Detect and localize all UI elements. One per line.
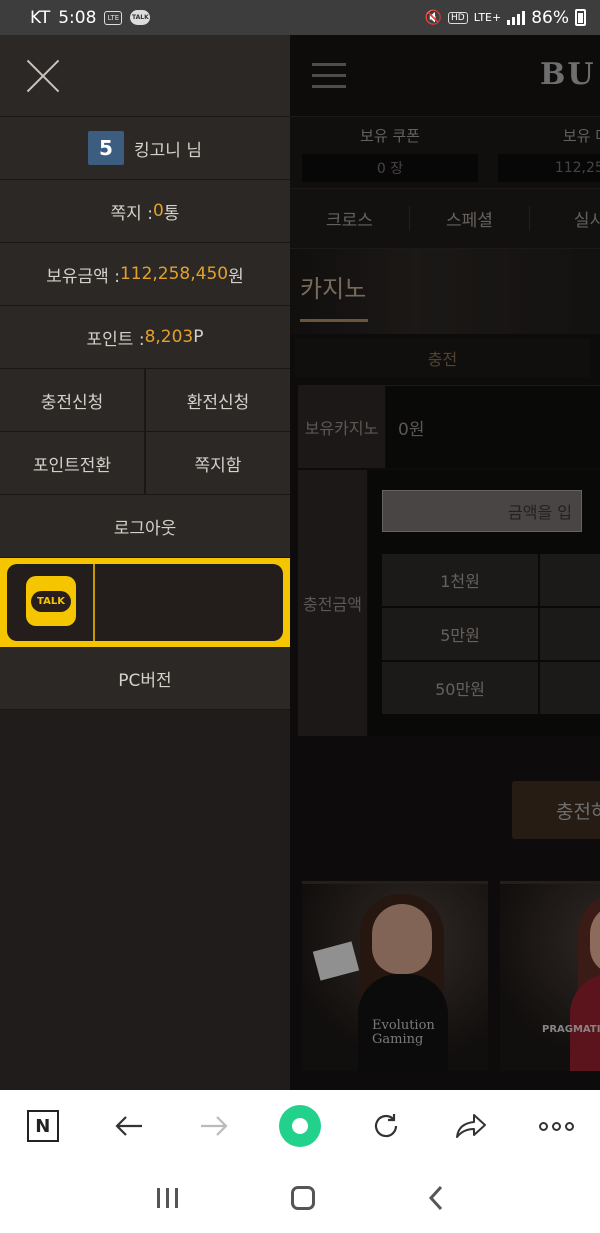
forward-arrow-icon [201,1116,228,1136]
deposit-request-button[interactable]: 충전신청 [0,369,146,431]
signal-icon [507,10,526,25]
action-row-2: 포인트전환 쪽지함 [0,432,290,495]
messages-count: 0 [152,201,164,221]
kakaotalk-notification-icon: TALK [130,10,151,25]
screen: KT 5:08 LTE TALK 🔇 HD LTE+ 86% BU 보유 쿠폰 … [0,0,600,1233]
recent-apps-icon[interactable] [156,1187,178,1208]
network-type: LTE+ [473,11,502,24]
lte-notification-icon: LTE [104,10,123,25]
naver-icon: N [26,1110,59,1142]
messages-label: 쪽지 : [110,203,153,224]
points-unit: P [193,327,204,347]
user-name: 킹고니 님 [134,140,202,161]
share-icon [456,1114,487,1138]
battery-icon [575,9,586,26]
talk-label: TALK [31,590,71,612]
kakaotalk-icon: TALK [7,564,95,641]
withdraw-request-button[interactable]: 환전신청 [146,369,290,431]
balance-row: 보유금액 : 112,258,450 원 [0,243,290,306]
balance-label: 보유금액 : [46,266,120,287]
back-arrow-icon [114,1116,142,1136]
points-row: 포인트 : 8,203 P [0,306,290,369]
hd-voice-icon: HD [448,11,468,24]
overlay-dim[interactable] [290,35,600,1090]
mute-icon: 🔇 [424,9,442,26]
level-badge: 5 [88,131,125,165]
user-info: 5 킹고니 님 [0,117,290,180]
balance-value: 112,258,450 [119,264,229,284]
point-convert-button[interactable]: 포인트전환 [0,432,146,494]
side-drawer: 5 킹고니 님 쪽지 : 0 통 보유금액 : 112,258,450 원 포인… [0,35,290,1090]
battery-percent: 86% [531,7,569,28]
pc-version-button[interactable]: PC버전 [0,647,290,710]
back-button[interactable] [86,1114,172,1138]
inbox-button[interactable]: 쪽지함 [146,432,290,494]
logout-button[interactable]: 로그아웃 [0,495,290,558]
refresh-icon [374,1114,397,1138]
action-row-1: 충전신청 환전신청 [0,369,290,432]
points-value: 8,203 [144,327,194,347]
talk-bubble-icon: TALK [26,576,76,626]
naver-button[interactable]: N [0,1110,86,1142]
points-label: 포인트 : [86,329,145,350]
system-nav-bar [0,1162,600,1233]
carrier-label: KT [30,7,51,28]
green-dot-icon [278,1105,321,1147]
browser-toolbar: N [0,1090,600,1162]
kakaotalk-banner[interactable]: TALK [0,558,290,647]
home-icon[interactable] [290,1185,315,1210]
messages-unit: 통 [163,203,180,224]
more-icon [539,1121,575,1131]
home-tab-button[interactable] [257,1105,343,1147]
balance-unit: 원 [228,266,244,287]
status-bar: KT 5:08 LTE TALK 🔇 HD LTE+ 86% [0,0,600,35]
clock: 5:08 [58,7,97,28]
forward-button[interactable] [171,1114,257,1138]
back-icon[interactable] [428,1185,444,1211]
messages-row[interactable]: 쪽지 : 0 통 [0,180,290,243]
kakaotalk-box: TALK [7,564,283,641]
drawer-header [0,35,290,117]
refresh-button[interactable] [343,1111,429,1141]
share-button[interactable] [428,1113,514,1139]
more-button[interactable] [514,1121,600,1131]
close-icon[interactable] [26,59,60,93]
